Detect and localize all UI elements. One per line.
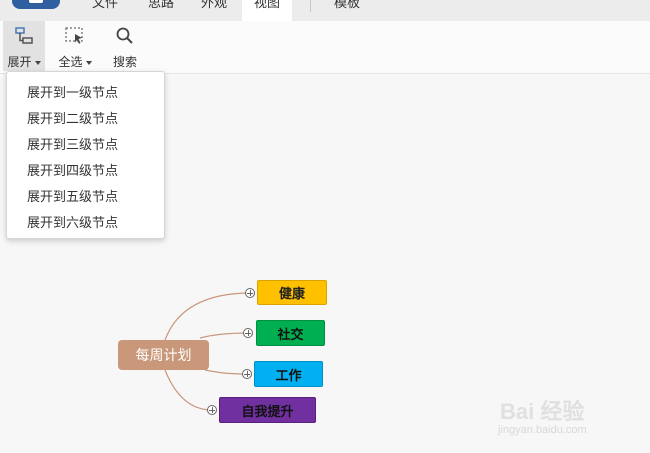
dropdown-option-level-6[interactable]: 展开到六级节点 (27, 212, 118, 231)
topic-node-work[interactable]: 工作 (254, 361, 323, 387)
expand-node-icon[interactable] (245, 288, 255, 298)
watermark-url: jingyan.baidu.com (498, 424, 587, 436)
watermark-logo: Bai 经验 (500, 399, 585, 424)
dropdown-option-level-3[interactable]: 展开到三级节点 (27, 134, 118, 153)
topic-node-social[interactable]: 社交 (256, 320, 325, 346)
expand-dropdown-menu: 展开到一级节点 展开到二级节点 展开到三级节点 展开到四级节点 展开到五级节点 … (6, 71, 165, 239)
dropdown-option-level-5[interactable]: 展开到五级节点 (27, 186, 118, 205)
dropdown-option-level-1[interactable]: 展开到一级节点 (27, 82, 118, 101)
expand-node-icon[interactable] (242, 369, 252, 379)
dropdown-option-level-4[interactable]: 展开到四级节点 (27, 160, 118, 179)
topic-node-health[interactable]: 健康 (257, 280, 327, 305)
expand-node-icon[interactable] (207, 405, 217, 415)
dropdown-option-level-2[interactable]: 展开到二级节点 (27, 108, 118, 127)
expand-node-icon[interactable] (243, 328, 253, 338)
root-node[interactable]: 每周计划 (118, 340, 209, 370)
topic-node-self-improvement[interactable]: 自我提升 (219, 397, 316, 423)
